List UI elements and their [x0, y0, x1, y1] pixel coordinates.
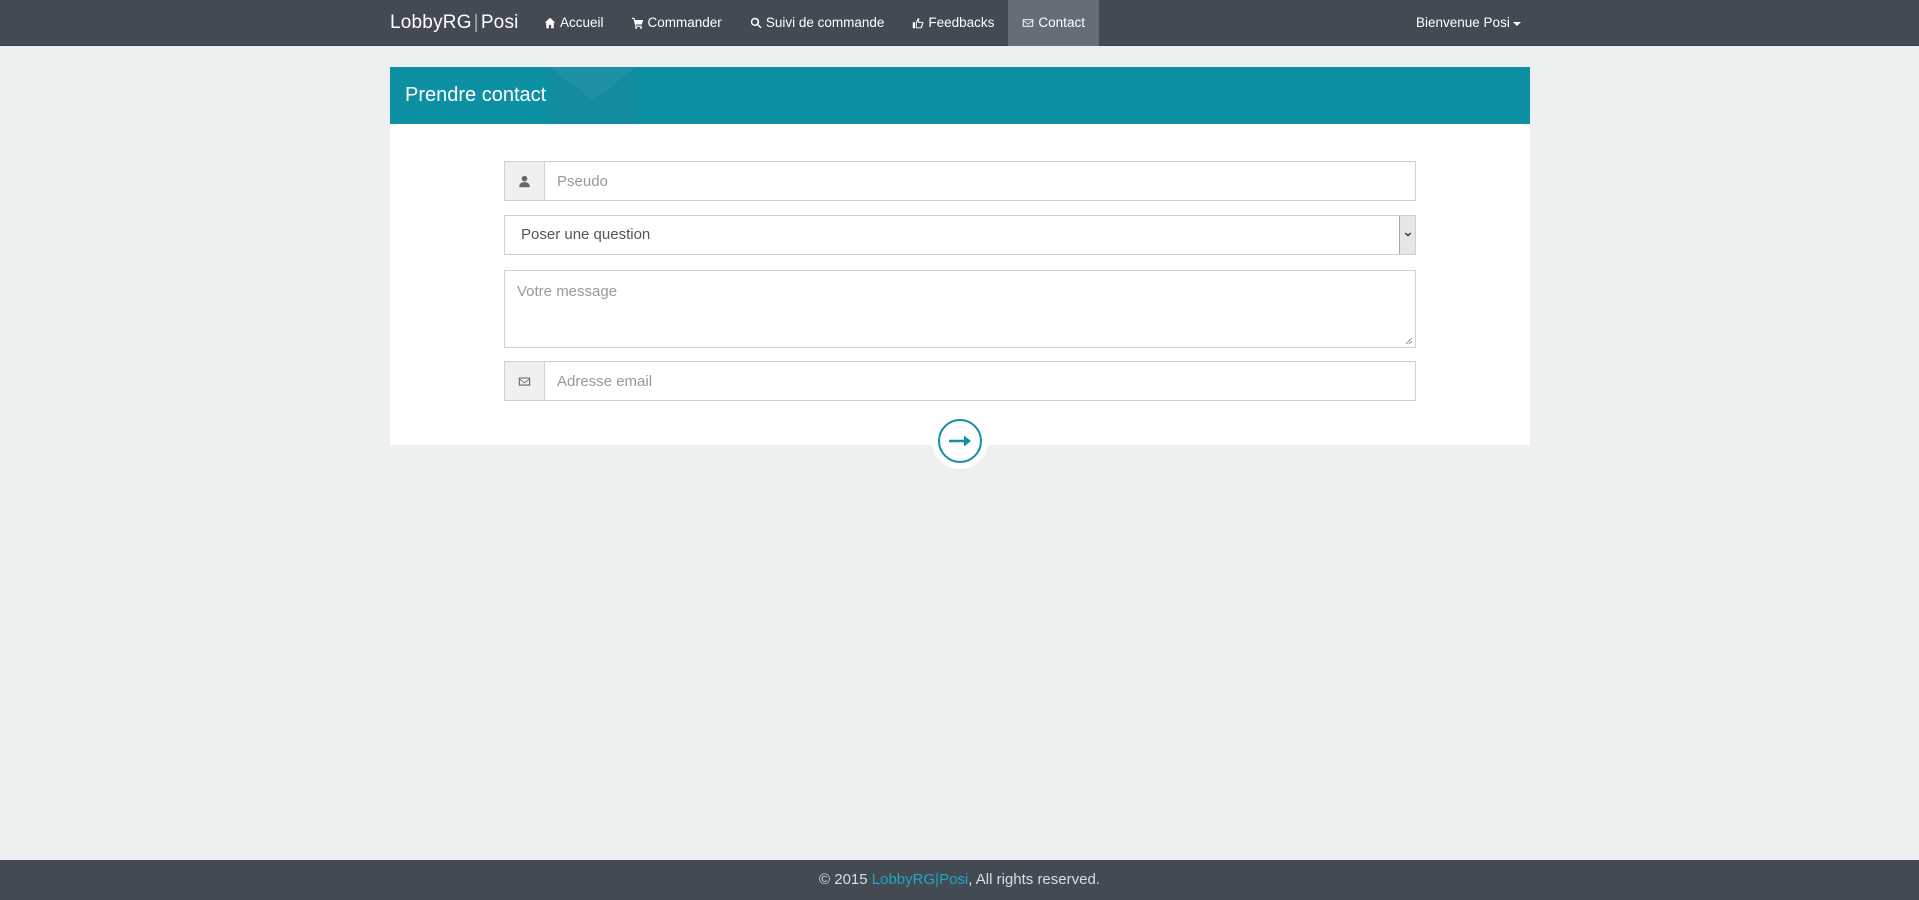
page-title: Prendre contact	[405, 84, 547, 106]
subject-select[interactable]: Poser une question	[504, 215, 1416, 255]
footer-brand-suffix: Posi	[939, 871, 969, 888]
nav-item-label: Feedbacks	[928, 15, 995, 30]
nav-item-label: Accueil	[560, 15, 604, 30]
submit-button[interactable]	[938, 419, 982, 463]
envelope-icon	[1023, 19, 1034, 27]
nav-item-label: Commander	[647, 15, 722, 30]
nav-item-accueil[interactable]: Accueil	[530, 0, 618, 46]
subject-row: Poser une question	[504, 215, 1416, 255]
nav-item-commander[interactable]: Commander	[618, 0, 736, 46]
thumbs-up-icon	[913, 18, 924, 29]
submit-wrapper	[932, 413, 988, 469]
resize-grip-icon[interactable]	[1405, 337, 1413, 345]
email-input-group	[504, 361, 1416, 401]
footer-brand-link[interactable]: LobbyRG|Posi	[872, 871, 968, 888]
email-addon	[505, 362, 545, 400]
brand-separator: |	[473, 12, 479, 33]
top-navbar: LobbyRG | Posi Accueil Commander Suivi de …	[0, 0, 1919, 46]
message-textarea[interactable]	[504, 270, 1416, 348]
subject-selected-value: Poser une question	[521, 226, 651, 243]
envelope-icon	[518, 376, 531, 386]
message-row	[504, 270, 1416, 348]
copyright-text: © 2015	[819, 871, 872, 888]
nav-item-feedbacks[interactable]: Feedbacks	[898, 0, 1008, 46]
user-icon	[519, 175, 530, 187]
rights-text: , All rights reserved.	[968, 871, 1100, 888]
nav-item-label: Contact	[1038, 15, 1085, 30]
caret-down-icon	[1512, 22, 1521, 26]
pseudo-row	[504, 161, 1416, 201]
email-row	[504, 361, 1416, 401]
brand-name: LobbyRG	[390, 12, 472, 33]
nav-item-contact[interactable]: Contact	[1008, 0, 1099, 46]
user-greeting: Bienvenue Posi	[1416, 15, 1510, 30]
envelope-watermark-icon	[550, 67, 636, 124]
search-icon	[750, 17, 762, 29]
pseudo-input-group	[504, 161, 1416, 201]
brand-suffix: Posi	[480, 12, 519, 33]
cart-icon	[631, 17, 643, 29]
pseudo-input[interactable]	[545, 162, 1415, 200]
home-icon	[544, 17, 556, 29]
nav-item-suivi[interactable]: Suivi de commande	[736, 0, 899, 46]
user-menu-dropdown[interactable]: Bienvenue Posi	[1416, 0, 1521, 46]
pseudo-addon	[505, 162, 545, 200]
brand-logo[interactable]: LobbyRG | Posi	[390, 0, 519, 46]
arrow-right-icon	[949, 435, 971, 447]
footer-brand-name: LobbyRG	[871, 871, 936, 888]
panel-header: Prendre contact	[390, 67, 1530, 124]
select-arrow[interactable]	[1399, 216, 1415, 254]
main-nav: Accueil Commander Suivi de commande Feed…	[530, 0, 1099, 46]
chevron-down-icon	[1404, 232, 1411, 237]
email-input[interactable]	[545, 362, 1415, 400]
nav-item-label: Suivi de commande	[765, 15, 885, 30]
page-footer: © 2015 LobbyRG|Posi, All rights reserved…	[0, 860, 1919, 900]
